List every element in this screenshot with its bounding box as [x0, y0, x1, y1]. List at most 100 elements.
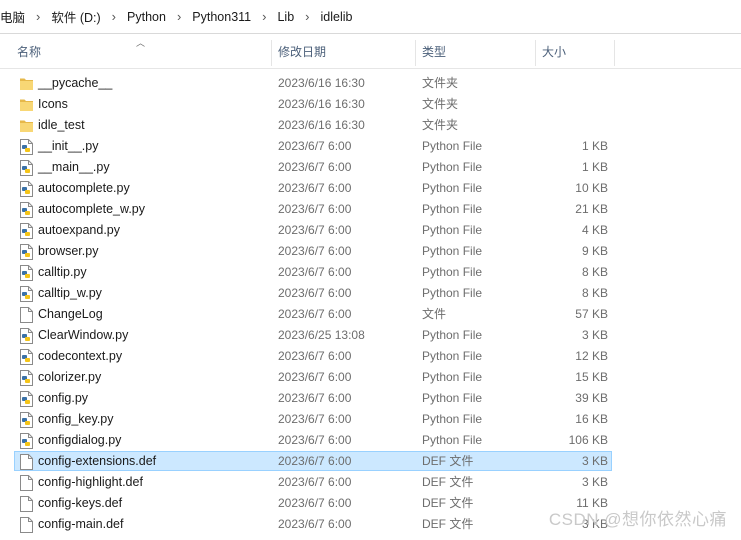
python-file-icon	[19, 202, 34, 218]
file-row[interactable]: ClearWindow.py 2023/6/25 13:08 Python File…	[0, 325, 741, 346]
file-row[interactable]: config-highlight.def 2023/6/7 6:00 DEF 文件 3…	[0, 472, 741, 493]
file-row[interactable]: Icons 2023/6/16 16:30 文件夹	[0, 94, 741, 115]
file-name: autocomplete_w.py	[38, 202, 146, 216]
column-divider[interactable]	[271, 40, 272, 66]
file-size: 1 KB	[581, 139, 608, 153]
chevron-right-icon[interactable]: ›	[298, 9, 316, 24]
file-name: calltip_w.py	[38, 286, 102, 300]
file-row[interactable]: __main__.py 2023/6/7 6:00 Python File 1 KB	[0, 157, 741, 178]
file-name: calltip.py	[38, 265, 87, 279]
file-list: __pycache__ 2023/6/16 16:30 文件夹 Icons 2023/6…	[0, 73, 741, 535]
breadcrumb-item[interactable]: Python311	[188, 10, 255, 24]
file-type: 文件	[422, 307, 447, 321]
file-date: 2023/6/7 6:00	[278, 181, 352, 195]
file-name: __init__.py	[38, 139, 99, 153]
file-type: Python File	[422, 202, 483, 216]
chevron-right-icon[interactable]: ›	[255, 9, 273, 24]
watermark: CSDN @想你依然心痛	[548, 510, 727, 529]
file-type: 文件夹	[422, 76, 459, 90]
breadcrumb-item[interactable]: 软件 (D:)	[47, 7, 104, 26]
file-row[interactable]: colorizer.py 2023/6/7 6:00 Python File 15 K…	[0, 367, 741, 388]
breadcrumb-item[interactable]: 电脑	[0, 7, 29, 26]
file-row[interactable]: autocomplete_w.py 2023/6/7 6:00 Python Fil…	[0, 199, 741, 220]
column-header-size[interactable]: 大小	[542, 34, 566, 69]
folder-icon	[19, 97, 34, 113]
breadcrumb-item[interactable]: idlelib	[317, 10, 357, 24]
file-row[interactable]: calltip.py 2023/6/7 6:00 Python File 8 KB	[0, 262, 741, 283]
file-row[interactable]: config_key.py 2023/6/7 6:00 Python File 16 …	[0, 409, 741, 430]
python-file-icon	[19, 412, 34, 428]
python-file-icon	[19, 286, 34, 302]
python-file-icon	[19, 160, 34, 176]
python-file-icon	[19, 265, 34, 281]
file-name: __pycache__	[38, 76, 113, 90]
column-divider[interactable]	[415, 40, 416, 66]
file-row[interactable]: idle_test 2023/6/16 16:30 文件夹	[0, 115, 741, 136]
file-row[interactable]: configdialog.py 2023/6/7 6:00 Python File 1…	[0, 430, 741, 451]
file-size: 15 KB	[575, 370, 608, 384]
file-type: 文件夹	[422, 118, 459, 132]
file-name: configdialog.py	[38, 433, 122, 447]
column-header-date[interactable]: 修改日期	[278, 34, 326, 69]
file-size: 21 KB	[575, 202, 608, 216]
file-row[interactable]: ChangeLog 2023/6/7 6:00 文件 57 KB	[0, 304, 741, 325]
file-row[interactable]: calltip_w.py 2023/6/7 6:00 Python File 8 KB	[0, 283, 741, 304]
python-file-icon	[19, 328, 34, 344]
file-date: 2023/6/7 6:00	[278, 496, 352, 510]
column-header-type[interactable]: 类型	[422, 34, 446, 69]
file-name: Icons	[38, 97, 68, 111]
python-file-icon	[19, 139, 34, 155]
file-type: Python File	[422, 412, 483, 426]
file-row[interactable]: __pycache__ 2023/6/16 16:30 文件夹	[0, 73, 741, 94]
file-row[interactable]: config-extensions.def 2023/6/7 6:00 DEF 文件…	[0, 451, 741, 472]
file-name: ClearWindow.py	[38, 328, 129, 342]
file-name: ChangeLog	[38, 307, 103, 321]
python-file-icon	[19, 433, 34, 449]
file-type: Python File	[422, 244, 483, 258]
breadcrumb-item[interactable]: Python	[123, 10, 170, 24]
file-size: 106 KB	[568, 433, 608, 447]
file-date: 2023/6/7 6:00	[278, 265, 352, 279]
python-file-icon	[19, 349, 34, 365]
column-divider[interactable]	[614, 40, 615, 66]
chevron-right-icon[interactable]: ›	[29, 9, 47, 24]
breadcrumb-item[interactable]: Lib	[273, 10, 298, 24]
file-row[interactable]: browser.py 2023/6/7 6:00 Python File 9 KB	[0, 241, 741, 262]
file-name: config-main.def	[38, 517, 124, 531]
file-date: 2023/6/7 6:00	[278, 202, 352, 216]
file-type: DEF 文件	[422, 475, 474, 489]
python-file-icon	[19, 244, 34, 260]
file-date: 2023/6/7 6:00	[278, 160, 352, 174]
generic-file-icon	[19, 517, 34, 533]
column-header: ︿ 名称 修改日期 类型 大小	[0, 34, 741, 69]
file-date: 2023/6/7 6:00	[278, 475, 352, 489]
sort-ascending-icon: ︿	[136, 38, 146, 48]
file-size	[540, 115, 608, 136]
file-row[interactable]: autoexpand.py 2023/6/7 6:00 Python File 4 K…	[0, 220, 741, 241]
file-date: 2023/6/16 16:30	[278, 97, 365, 111]
chevron-right-icon[interactable]: ›	[105, 9, 123, 24]
column-header-name[interactable]: 名称	[17, 34, 41, 69]
file-date: 2023/6/7 6:00	[278, 433, 352, 447]
file-size: 12 KB	[575, 349, 608, 363]
file-row[interactable]: config.py 2023/6/7 6:00 Python File 39 KB	[0, 388, 741, 409]
file-row[interactable]: autocomplete.py 2023/6/7 6:00 Python File 1…	[0, 178, 741, 199]
file-row[interactable]: codecontext.py 2023/6/7 6:00 Python File 12…	[0, 346, 741, 367]
file-type: Python File	[422, 349, 483, 363]
folder-icon	[19, 118, 34, 134]
file-type: Python File	[422, 139, 483, 153]
file-row[interactable]: __init__.py 2023/6/7 6:00 Python File 1 KB	[0, 136, 741, 157]
chevron-right-icon[interactable]: ›	[170, 9, 188, 24]
file-size: 3 KB	[581, 475, 608, 489]
column-divider[interactable]	[535, 40, 536, 66]
file-date: 2023/6/7 6:00	[278, 244, 352, 258]
file-name: browser.py	[38, 244, 99, 258]
file-date: 2023/6/7 6:00	[278, 223, 352, 237]
file-date: 2023/6/7 6:00	[278, 349, 352, 363]
file-name: config.py	[38, 391, 89, 405]
file-name: idle_test	[38, 118, 85, 132]
address-bar[interactable]: 电脑 › 软件 (D:) › Python › Python311 › Lib …	[0, 0, 741, 34]
file-name: __main__.py	[38, 160, 110, 174]
file-date: 2023/6/7 6:00	[278, 139, 352, 153]
file-size	[540, 73, 608, 94]
